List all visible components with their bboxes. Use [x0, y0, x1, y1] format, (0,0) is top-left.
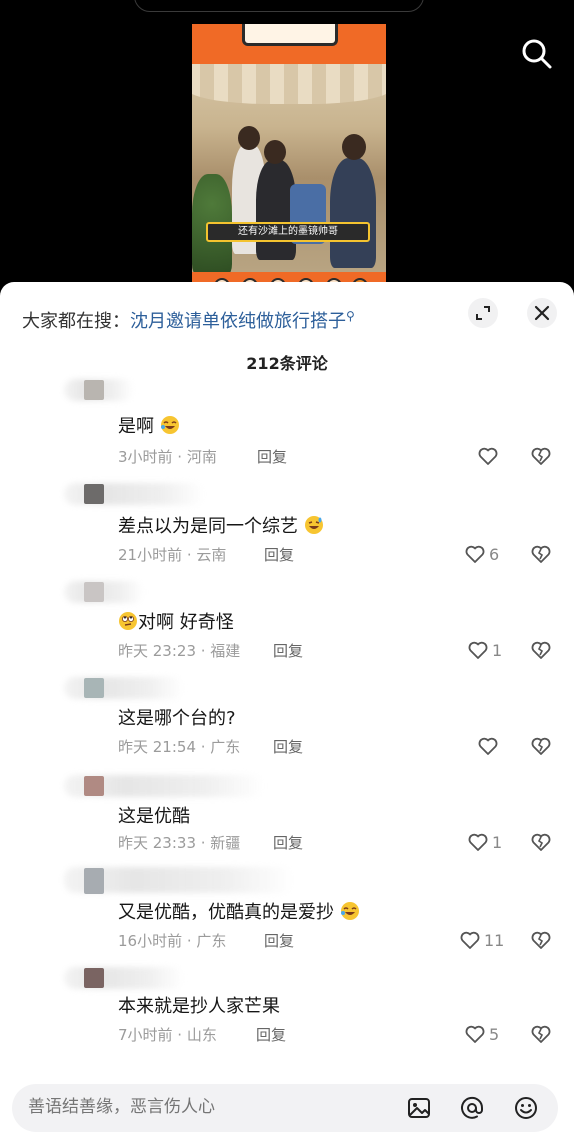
comment-text: 这是哪个台的?: [118, 708, 236, 729]
like-button[interactable]: 6: [463, 542, 499, 566]
like-button[interactable]: 5: [463, 1022, 499, 1046]
heart-icon: [468, 833, 488, 851]
heart-icon: [468, 641, 488, 659]
comment-meta: 21小时前 · 云南: [118, 546, 227, 564]
search-icon: [522, 39, 552, 69]
sweat-laugh-emoji: [304, 516, 323, 534]
expand-button[interactable]: [468, 298, 498, 328]
comment-text: 是啊: [118, 412, 180, 438]
close-icon: [534, 305, 550, 321]
person-head: [342, 134, 366, 160]
broken-heart-icon[interactable]: [529, 830, 553, 854]
comment-meta: 昨天 23:23 · 福建: [118, 642, 241, 660]
broken-heart-icon[interactable]: [529, 542, 553, 566]
comment-item: 这是优酷 昨天 23:33 · 新疆 回复 1: [0, 772, 574, 862]
like-count: 1: [492, 640, 503, 660]
eye-roll-emoji: [119, 612, 137, 630]
comment-input[interactable]: [28, 1097, 388, 1117]
avatar[interactable]: [84, 678, 104, 698]
person-head: [238, 126, 260, 150]
like-count: 5: [489, 1024, 500, 1044]
username-blurred: [64, 967, 184, 989]
search-button[interactable]: [519, 36, 555, 72]
heart-icon: [478, 737, 498, 755]
at-icon[interactable]: [459, 1095, 485, 1121]
comment-text-content: 对啊 好奇怪: [138, 612, 234, 633]
thumbnail-caption: 还有沙滩上的墨镜帅哥: [206, 222, 370, 242]
reply-button[interactable]: 回复: [273, 640, 303, 661]
avatar[interactable]: [84, 968, 104, 988]
comment-sheet: 大家都在搜：沈月邀请单依纯做旅行搭子⚲ 212条评论 是啊 3小时前 · 河南 …: [0, 282, 574, 1136]
like-button[interactable]: 1: [466, 830, 502, 854]
search-icon: ⚲: [346, 309, 355, 323]
close-button[interactable]: [527, 298, 557, 328]
video-thumbnail[interactable]: 还有沙滩上的墨镜帅哥: [192, 24, 386, 300]
reply-button[interactable]: 回复: [273, 832, 303, 853]
comment-item: 是啊 3小时前 · 河南 回复: [0, 376, 574, 466]
comment-item: 差点以为是同一个综艺 21小时前 · 云南 回复 6: [0, 480, 574, 570]
like-button[interactable]: [476, 734, 500, 758]
comment-meta: 3小时前 · 河南: [118, 448, 217, 466]
person-figure: [330, 158, 376, 268]
comment-text-content: 是啊: [118, 416, 154, 437]
broken-heart-icon[interactable]: [529, 734, 553, 758]
comment-item: 这是哪个台的? 昨天 21:54 · 广东 回复: [0, 674, 574, 764]
avatar[interactable]: [84, 484, 104, 504]
comment-text: 这是优酷: [118, 806, 190, 827]
avatar[interactable]: [84, 776, 104, 796]
avatar[interactable]: [84, 582, 104, 602]
comment-meta: 昨天 23:33 · 新疆: [118, 834, 241, 852]
like-count: 1: [492, 832, 503, 852]
heart-icon: [460, 931, 480, 949]
like-button[interactable]: [476, 444, 500, 468]
heart-icon: [465, 1025, 485, 1043]
search-suggestion-query[interactable]: 沈月邀请单依纯做旅行搭子: [130, 311, 346, 332]
comment-meta: 7小时前 · 山东: [118, 1026, 217, 1044]
broken-heart-icon[interactable]: [529, 638, 553, 662]
heart-icon: [465, 545, 485, 563]
reply-button[interactable]: 回复: [256, 1024, 286, 1045]
comment-text-content: 又是优酷，优酷真的是爱抄: [118, 902, 334, 923]
laughing-crying-emoji: [160, 416, 179, 434]
comment-text: 差点以为是同一个综艺: [118, 512, 324, 538]
awning-shape: [192, 64, 386, 104]
expand-icon: [476, 306, 490, 320]
broken-heart-icon[interactable]: [529, 1022, 553, 1046]
reply-button[interactable]: 回复: [264, 544, 294, 565]
like-count: 6: [489, 544, 500, 564]
broken-heart-icon[interactable]: [529, 444, 553, 468]
comment-meta: 16小时前 · 广东: [118, 932, 227, 950]
reply-button[interactable]: 回复: [257, 446, 287, 467]
avatar[interactable]: [84, 868, 104, 894]
username-blurred: [64, 581, 144, 603]
like-button[interactable]: 1: [466, 638, 502, 662]
reply-button[interactable]: 回复: [264, 930, 294, 951]
comment-text: 对啊 好奇怪: [118, 608, 234, 634]
heart-icon: [478, 447, 498, 465]
comment-meta: 昨天 21:54 · 广东: [118, 738, 241, 756]
comment-text-content: 差点以为是同一个综艺: [118, 516, 298, 537]
person-head: [264, 140, 286, 164]
top-pill: [134, 0, 424, 12]
comment-item: 本来就是抄人家芒果 7小时前 · 山东 回复 5: [0, 964, 574, 1054]
comment-count: 212条评论: [246, 354, 328, 373]
broken-heart-icon[interactable]: [529, 928, 553, 952]
smile-icon[interactable]: [513, 1095, 539, 1121]
username-blurred: [64, 677, 184, 699]
comment-text: 又是优酷，优酷真的是爱抄: [118, 898, 360, 924]
search-suggestion[interactable]: 大家都在搜：沈月邀请单依纯做旅行搭子⚲: [22, 304, 355, 334]
video-area[interactable]: 还有沙滩上的墨镜帅哥: [0, 0, 574, 300]
laughing-crying-emoji: [340, 902, 359, 920]
like-button[interactable]: 11: [458, 928, 504, 952]
thumbnail-title-banner: [242, 24, 338, 46]
comment-item: 对啊 好奇怪 昨天 23:23 · 福建 回复 1: [0, 578, 574, 668]
comment-text: 本来就是抄人家芒果: [118, 996, 280, 1017]
comment-input-bar[interactable]: [12, 1084, 558, 1132]
like-count: 11: [484, 930, 505, 950]
comment-item: 又是优酷，优酷真的是爱抄 16小时前 · 广东 回复 11: [0, 864, 574, 954]
reply-button[interactable]: 回复: [273, 736, 303, 757]
avatar[interactable]: [84, 380, 104, 400]
search-suggestion-prefix: 大家都在搜：: [22, 311, 130, 332]
image-icon[interactable]: [406, 1095, 432, 1121]
